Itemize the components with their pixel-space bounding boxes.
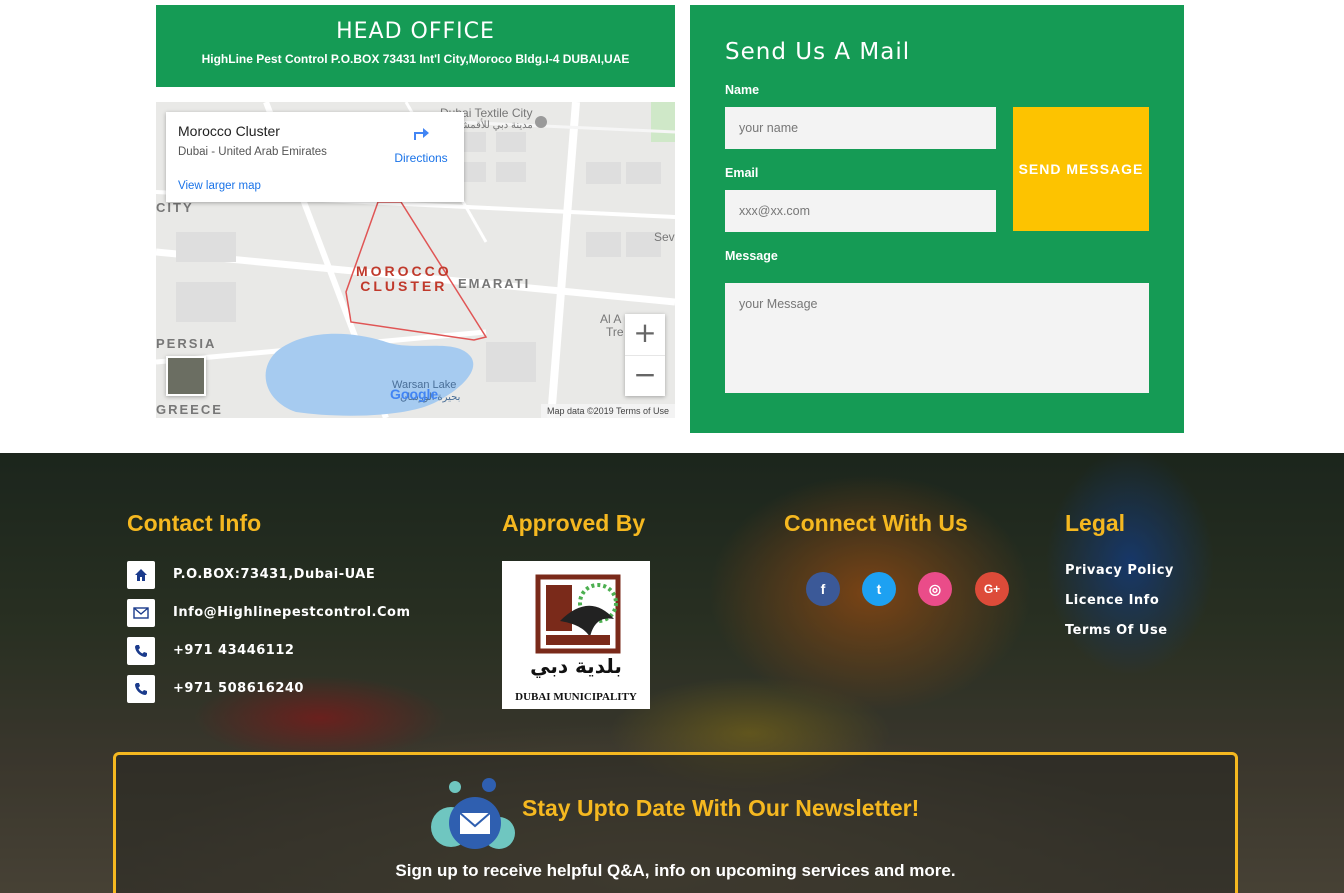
map-place-card: Morocco Cluster Dubai - United Arab Emir…: [166, 112, 464, 202]
email-label: Email: [725, 166, 759, 180]
map-label-sev: Sev: [654, 230, 675, 244]
page: HEAD OFFICE HighLine Pest Control P.O.BO…: [0, 0, 1344, 893]
envelope-icon: [127, 599, 155, 627]
map-cluster-label: MOROCCO CLUSTER: [356, 264, 452, 294]
map-place-name: Morocco Cluster: [178, 123, 280, 139]
map-zoom-control: + −: [625, 314, 665, 396]
dubai-municipality-arabic: بلدية دبي: [530, 654, 622, 679]
view-larger-map-link[interactable]: View larger map: [178, 180, 261, 192]
phone-icon: [127, 675, 155, 703]
phone-icon: [127, 637, 155, 665]
dubai-municipality-logo: بلدية دبي DUBAI MUNICIPALITY: [502, 561, 650, 709]
licence-info-link[interactable]: Licence Info: [1065, 593, 1159, 608]
map-label-textile-ar: مدينة دبي للأقمشة: [456, 120, 533, 131]
map-label-persia: PERSIA: [156, 336, 217, 351]
zoom-out-button[interactable]: −: [625, 355, 665, 396]
approved-by-heading: Approved By: [502, 510, 646, 536]
newsletter-subtitle: Sign up to receive helpful Q&A, info on …: [395, 861, 956, 880]
newsletter-envelope-icon: [431, 778, 515, 849]
site-footer: Contact Info P.O.BOX:73431,Dubai-UAE Inf…: [0, 453, 1344, 893]
contact-form: Send Us A Mail Name Email Message SEND M…: [690, 5, 1184, 433]
contact-phone-2-text[interactable]: +971 508616240: [173, 681, 304, 696]
dribbble-icon[interactable]: ◎: [918, 572, 952, 606]
contact-info-heading: Contact Info: [127, 510, 262, 536]
map-label-tre: Tre: [606, 325, 624, 339]
satellite-toggle[interactable]: [166, 356, 206, 396]
contact-address-text: P.O.BOX:73431,Dubai-UAE: [173, 567, 376, 582]
newsletter-panel: Stay Upto Date With Our Newsletter! Sign…: [113, 752, 1238, 893]
head-office-banner: HEAD OFFICE HighLine Pest Control P.O.BO…: [156, 5, 675, 87]
embedded-map[interactable]: CITY PERSIA GREECE EMARATI Dubai Textile…: [156, 102, 675, 418]
zoom-in-button[interactable]: +: [625, 314, 665, 355]
facebook-icon[interactable]: f: [806, 572, 840, 606]
directions-label: Directions: [394, 151, 448, 165]
head-office-title: HEAD OFFICE: [336, 19, 495, 44]
email-field[interactable]: [725, 190, 996, 232]
directions-button[interactable]: Directions: [388, 122, 454, 165]
map-label-al-a: Al A: [600, 312, 622, 326]
google-plus-icon[interactable]: G+: [975, 572, 1009, 606]
map-label-city: CITY: [156, 200, 194, 215]
contact-phone-1-text[interactable]: +971 43446112: [173, 643, 294, 658]
terms-of-use-link[interactable]: Terms Of Use: [1065, 623, 1168, 638]
home-icon: [127, 561, 155, 589]
legal-heading: Legal: [1065, 510, 1126, 536]
contact-email-text[interactable]: Info@Highlinepestcontrol.Com: [173, 605, 411, 620]
map-place-subtitle: Dubai - United Arab Emirates: [178, 146, 327, 158]
map-label-greece: GREECE: [156, 402, 223, 417]
map-cluster-line2: CLUSTER: [360, 278, 448, 294]
head-office-address: HighLine Pest Control P.O.BOX 73431 Int'…: [201, 52, 630, 66]
twitter-icon[interactable]: t: [862, 572, 896, 606]
map-attribution[interactable]: Map data ©2019 Terms of Use: [540, 404, 675, 418]
message-label: Message: [725, 249, 778, 263]
message-field[interactable]: [725, 283, 1149, 393]
google-logo: Google: [390, 386, 439, 402]
directions-icon: [410, 128, 432, 148]
privacy-policy-link[interactable]: Privacy Policy: [1065, 563, 1174, 578]
map-label-emarati: EMARATI: [458, 276, 531, 291]
dubai-municipality-emblem-icon: بلدية دبي: [530, 574, 622, 679]
contact-form-title: Send Us A Mail: [725, 39, 911, 65]
send-message-button[interactable]: SEND MESSAGE: [1013, 107, 1149, 231]
dubai-municipality-text: DUBAI MUNICIPALITY: [515, 691, 637, 703]
name-field[interactable]: [725, 107, 996, 149]
newsletter-title: Stay Upto Date With Our Newsletter!: [522, 795, 920, 821]
connect-with-us-heading: Connect With Us: [784, 510, 968, 536]
name-label: Name: [725, 83, 760, 97]
map-cluster-line1: MOROCCO: [356, 263, 452, 279]
